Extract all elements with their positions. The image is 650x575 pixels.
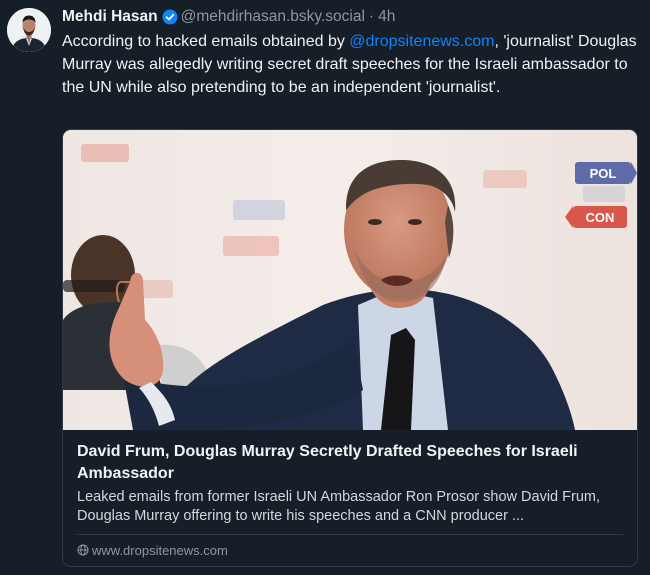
banner-text-pol: POL [590,166,617,181]
author-display-name[interactable]: Mehdi Hasan [62,7,158,27]
post-text-start: According to hacked emails obtained by [62,33,350,50]
post-timestamp[interactable]: 4h [378,7,395,27]
link-card[interactable]: POL CON David Frum, Douglas Murray Secre… [62,129,638,567]
link-card-title[interactable]: David Frum, Douglas Murray Secretly Draf… [77,441,625,485]
post-header: Mehdi Hasan @mehdirhasan.bsky.social · 4… [62,7,395,27]
mention-link[interactable]: @dropsitenews.com [349,33,494,50]
verified-badge-icon [162,9,178,25]
post[interactable]: Mehdi Hasan @mehdirhasan.bsky.social · 4… [0,0,650,575]
author-handle[interactable]: @mehdirhasan.bsky.social [181,7,365,27]
link-card-description: Leaked emails from former Israeli UN Amb… [77,489,600,524]
link-card-domain-text: www.dropsitenews.com [92,542,228,558]
link-card-divider [77,534,623,535]
link-card-thumbnail[interactable]: POL CON [63,130,637,430]
post-text: According to hacked emails obtained by @… [62,30,642,99]
banner-text-con: CON [586,210,615,225]
separator-dot: · [368,8,375,25]
avatar[interactable] [7,8,51,52]
globe-icon [77,544,89,556]
link-card-domain[interactable]: www.dropsitenews.com [77,541,228,559]
